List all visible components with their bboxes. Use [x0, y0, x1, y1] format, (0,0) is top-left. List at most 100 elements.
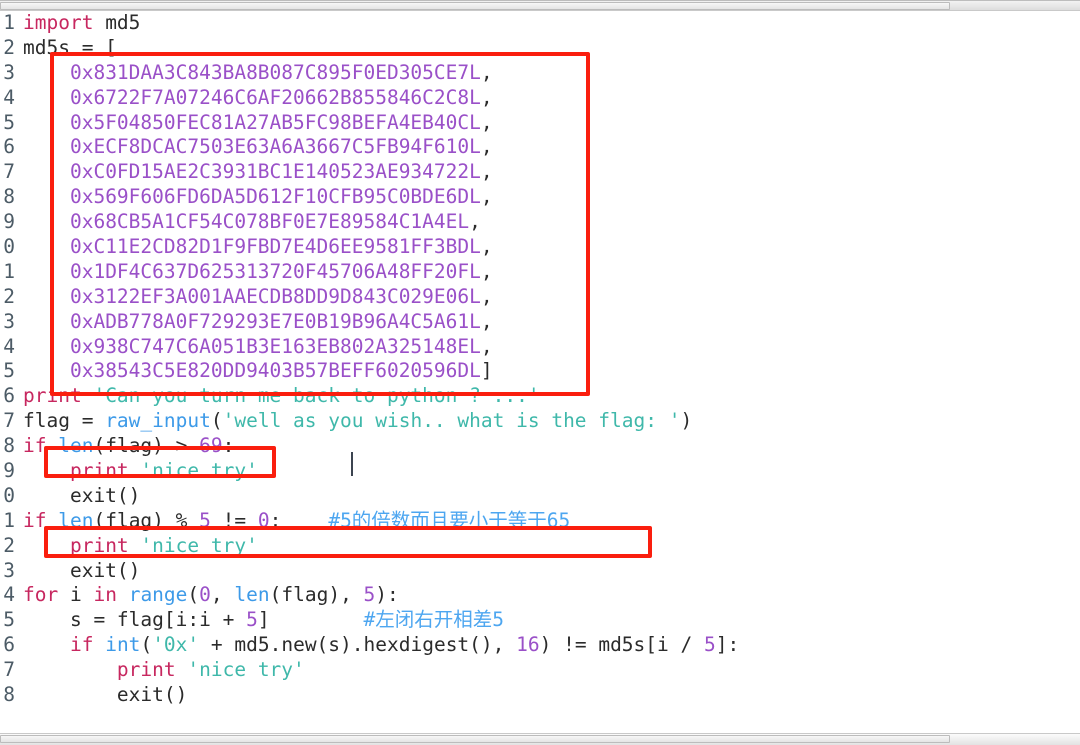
code-line[interactable]: 1 if len(flag) % 5 != 0: #5的倍数而且要小于等于65	[0, 509, 739, 534]
line-source[interactable]: 0x5F04850FEC81A27AB5FC98BEFA4EB40CL,	[18, 111, 493, 136]
line-source[interactable]: 0xADB778A0F729293E7E0B19B96A4C5A61L,	[18, 310, 493, 335]
token-pl: (flag)	[93, 508, 176, 532]
token-num: 0x831DAA3C843BA8B087C895F0ED305CE7L	[69, 60, 481, 84]
code-line[interactable]: 0 exit()	[0, 484, 739, 509]
code-line[interactable]: 7 print 'nice try'	[0, 658, 739, 683]
code-line[interactable]: 3 exit()	[0, 559, 739, 584]
line-number: 5	[3, 359, 15, 383]
line-source[interactable]: s = flag[i:i + 5] #左闭右开相差5	[18, 608, 504, 633]
code-line[interactable]: 4 0x6722F7A07246C6AF20662B855846C2C8L,	[0, 86, 739, 111]
code-line[interactable]: 9 print 'nice try'	[0, 459, 739, 484]
line-number: 1	[3, 508, 15, 532]
line-source[interactable]: md5s = [	[18, 36, 117, 61]
code-line[interactable]: 6 0xECF8DCAC7503E63A6A3667C5FB94F610L,	[0, 135, 739, 160]
code-line[interactable]: 4 for i in range(0, len(flag), 5):	[0, 583, 739, 608]
code-line[interactable]: 4 0x938C747C6A051B3E163EB802A325148EL,	[0, 335, 739, 360]
token-kw: print	[23, 384, 82, 408]
code-line[interactable]: 2 0x3122EF3A001AAECDB8DD9D843C029E06L,	[0, 285, 739, 310]
token-kw: print	[69, 533, 129, 557]
line-source[interactable]: 0x569F606FD6DA5D612F10CFB95C0BDE6DL,	[18, 185, 493, 210]
code-line[interactable]: 8 if len(flag) > 69:	[0, 434, 739, 459]
code-line[interactable]: 2 print 'nice try'	[0, 534, 739, 559]
token-kw: in	[93, 583, 117, 607]
token-num: 16	[516, 633, 540, 657]
token-str: 'nice try'	[140, 533, 258, 557]
code-line[interactable]: 6 print 'Can you turn me back to python ?…	[0, 384, 739, 409]
code-line[interactable]: 1 0x1DF4C637D625313720F45706A48FF20FL,	[0, 260, 739, 285]
token-bi: range	[128, 583, 188, 607]
token-pl: !=	[210, 508, 258, 532]
line-source[interactable]: 0x1DF4C637D625313720F45706A48FF20FL,	[18, 260, 493, 285]
code-line[interactable]: 9 0x68CB5A1CF54C078BF0E7E89584C1A4EL,	[0, 210, 739, 235]
line-number: 4	[3, 334, 15, 358]
line-source[interactable]: 0x3122EF3A001AAECDB8DD9D843C029E06L,	[18, 285, 493, 310]
code-line[interactable]: 5 0x5F04850FEC81A27AB5FC98BEFA4EB40CL,	[0, 111, 739, 136]
token-bi: raw_input	[105, 409, 211, 433]
token-bi: len	[234, 583, 270, 607]
horizontal-scrollbar-top[interactable]	[0, 0, 1080, 11]
line-number: 8	[3, 185, 15, 209]
code-line[interactable]: 5 s = flag[i:i + 5] #左闭右开相差5	[0, 608, 739, 633]
line-source[interactable]: for i in range(0, len(flag), 5):	[18, 583, 399, 608]
code-line[interactable]: 1 import md5	[0, 11, 739, 36]
token-num: 0x1DF4C637D625313720F45706A48FF20FL	[69, 259, 481, 283]
line-source[interactable]: print 'nice try'	[18, 658, 305, 683]
code-line[interactable]: 8 0x569F606FD6DA5D612F10CFB95C0BDE6DL,	[0, 185, 739, 210]
code-line[interactable]: 2 md5s = [	[0, 36, 739, 61]
line-source[interactable]: 0xECF8DCAC7503E63A6A3667C5FB94F610L,	[18, 135, 493, 160]
line-source[interactable]: import md5	[18, 11, 140, 36]
code-line[interactable]: 5 0x38543C5E820DD9403B57BEFF6020596DL]	[0, 359, 739, 384]
line-source[interactable]: 0x938C747C6A051B3E163EB802A325148EL,	[18, 335, 493, 360]
line-source[interactable]: flag = raw_input('well as you wish.. wha…	[18, 409, 692, 434]
token-num: 0x5F04850FEC81A27AB5FC98BEFA4EB40CL	[69, 110, 481, 134]
code-line[interactable]: 3 0x831DAA3C843BA8B087C895F0ED305CE7L,	[0, 61, 739, 86]
line-number: 3	[3, 558, 15, 582]
line-source[interactable]: exit()	[18, 683, 187, 708]
token-bi: int	[105, 633, 141, 657]
horizontal-scrollbar-bottom[interactable]	[0, 733, 1080, 745]
code-line[interactable]: 7 flag = raw_input('well as you wish.. wh…	[0, 409, 739, 434]
code-line-list[interactable]: 1 import md5 2 md5s = [3 0x831DAA3C843BA8B0…	[0, 11, 739, 708]
token-pl: s = flag[i:i +	[23, 608, 247, 632]
line-number: 7	[3, 160, 15, 184]
line-source[interactable]: print 'nice try'	[18, 459, 258, 484]
token-num: 0x3122EF3A001AAECDB8DD9D843C029E06L	[69, 284, 481, 308]
line-source[interactable]: 0xC0FD15AE2C3931BC1E140523AE934722L,	[18, 160, 493, 185]
token-num: 0xECF8DCAC7503E63A6A3667C5FB94F610L	[69, 135, 481, 159]
token-pl: md5s = [	[23, 35, 117, 59]
token-kw: print	[69, 459, 129, 483]
line-source[interactable]: exit()	[18, 484, 140, 509]
line-source[interactable]: if len(flag) % 5 != 0: #5的倍数而且要小于等于65	[18, 509, 570, 534]
code-line[interactable]: 3 0xADB778A0F729293E7E0B19B96A4C5A61L,	[0, 310, 739, 335]
line-source[interactable]: print 'Can you turn me back to python ? …	[18, 384, 540, 409]
token-pl: flag =	[23, 409, 106, 433]
line-number: 1	[3, 259, 15, 283]
line-source[interactable]: if int('0x' + md5.new(s).hexdigest(), 16…	[18, 633, 739, 658]
token-kw: for	[23, 583, 59, 607]
line-source[interactable]: if len(flag) > 69:	[18, 434, 234, 459]
line-source[interactable]: print 'nice try'	[18, 534, 258, 559]
line-source[interactable]: 0x6722F7A07246C6AF20662B855846C2C8L,	[18, 86, 493, 111]
line-source[interactable]: 0x38543C5E820DD9403B57BEFF6020596DL]	[18, 359, 493, 384]
code-line[interactable]: 7 0xC0FD15AE2C3931BC1E140523AE934722L,	[0, 160, 739, 185]
line-number: 3	[3, 60, 15, 84]
line-source[interactable]: 0xC11E2CD82D1F9FBD7E4D6EE9581FF3BDL,	[18, 235, 493, 260]
line-source[interactable]: exit()	[18, 559, 140, 584]
scrollbar-thumb-top[interactable]	[0, 2, 951, 10]
code-line[interactable]: 6 if int('0x' + md5.new(s).hexdigest(), …	[0, 633, 739, 658]
token-pl: exit()	[23, 483, 141, 507]
line-source[interactable]: 0x831DAA3C843BA8B087C895F0ED305CE7L,	[18, 61, 493, 86]
code-viewport[interactable]: 1 import md5 2 md5s = [3 0x831DAA3C843BA8B0…	[0, 11, 1080, 733]
code-line[interactable]: 8 exit()	[0, 683, 739, 708]
code-editor-window[interactable]: 1 import md5 2 md5s = [3 0x831DAA3C843BA8B0…	[0, 0, 1080, 745]
token-num: 0xADB778A0F729293E7E0B19B96A4C5A61L	[69, 309, 481, 333]
code-line[interactable]: 0 0xC11E2CD82D1F9FBD7E4D6EE9581FF3BDL,	[0, 235, 739, 260]
token-pl: (flag) >	[93, 434, 200, 458]
line-source[interactable]: 0x68CB5A1CF54C078BF0E7E89584C1A4EL,	[18, 210, 481, 235]
scrollbar-thumb-bottom[interactable]	[0, 735, 951, 743]
